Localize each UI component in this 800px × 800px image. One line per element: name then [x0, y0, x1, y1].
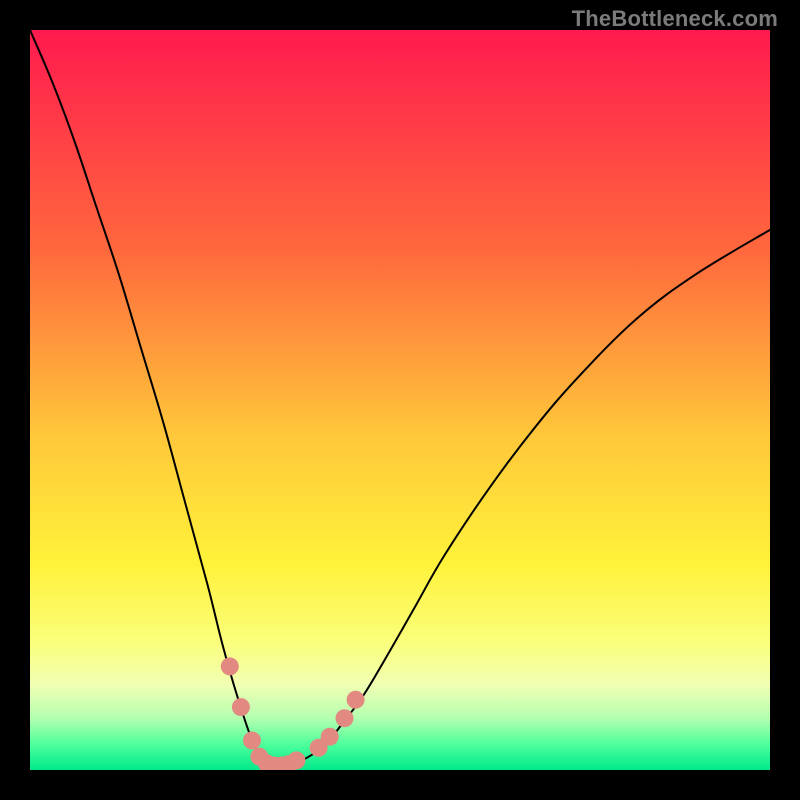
highlight-dot	[347, 691, 365, 709]
bottleneck-chart	[30, 30, 770, 770]
chart-background	[30, 30, 770, 770]
watermark-text: TheBottleneck.com	[572, 6, 778, 32]
chart-frame: TheBottleneck.com	[0, 0, 800, 800]
highlight-dot	[336, 709, 354, 727]
highlight-dot	[287, 751, 305, 769]
highlight-dot	[321, 728, 339, 746]
highlight-dot	[243, 731, 261, 749]
highlight-dot	[221, 657, 239, 675]
plot-area	[30, 30, 770, 770]
highlight-dot	[232, 698, 250, 716]
